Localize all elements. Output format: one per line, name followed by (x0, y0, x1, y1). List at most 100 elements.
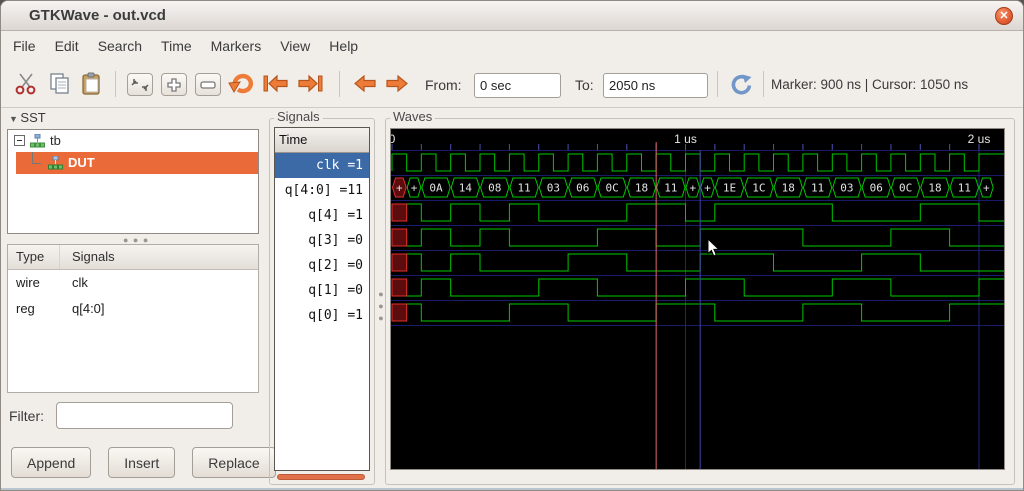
waves-frame-label: Waves (390, 109, 435, 124)
svg-text:08: 08 (488, 182, 501, 195)
svg-text:+: + (411, 182, 418, 195)
tree-item-label: DUT (68, 155, 95, 170)
tree-item-label: tb (50, 133, 61, 148)
signals-hscrollbar-thumb[interactable] (277, 474, 365, 480)
column-divider (59, 245, 60, 269)
svg-text:+: + (396, 182, 403, 195)
svg-text:11: 11 (811, 182, 824, 195)
append-button[interactable]: Append (11, 447, 91, 478)
sst-disclosure[interactable]: ▼ SST (9, 110, 46, 125)
signal-row-4[interactable]: q[2] =0 (275, 253, 369, 278)
menu-item-time[interactable]: Time (161, 38, 192, 54)
zoom-out-button[interactable] (195, 73, 221, 96)
svg-text:03: 03 (840, 182, 853, 195)
copy-icon[interactable] (47, 72, 73, 101)
zoom-to-start-icon[interactable] (261, 72, 291, 101)
menu-bar: File Edit Search Time Markers View Help (1, 31, 1023, 60)
signal-name: q[4:0] (72, 301, 105, 316)
signals-rows: clk =1q[4:0] =11q[4] =1q[3] =0q[2] =0q[1… (275, 153, 369, 328)
svg-text:1C: 1C (752, 182, 765, 195)
svg-text:06: 06 (870, 182, 883, 195)
time-column-header: Time (275, 128, 369, 153)
toolbar: From: To: Marker: 900 ns | Cursor: 1050 … (1, 60, 1023, 108)
tree-item-dut[interactable]: DUT (16, 152, 258, 174)
menu-item-view[interactable]: View (280, 38, 310, 54)
signal-type: wire (16, 275, 40, 290)
hierarchy-icon (30, 134, 45, 149)
shift-left-icon[interactable] (349, 72, 379, 101)
svg-text:11: 11 (958, 182, 971, 195)
signal-browser: Type Signals wire clk reg q[4:0] (7, 244, 259, 393)
signal-row-6[interactable]: q[0] =1 (275, 303, 369, 328)
zoom-in-button[interactable] (161, 73, 187, 96)
filter-input[interactable] (56, 402, 233, 429)
to-input[interactable] (603, 73, 708, 98)
menu-item-markers[interactable]: Markers (211, 38, 262, 54)
tree-item-tb[interactable]: tb (8, 130, 258, 152)
paste-icon[interactable] (79, 72, 105, 101)
window-title: GTKWave - out.vcd (29, 7, 166, 24)
cut-icon[interactable] (13, 72, 39, 101)
svg-text:0C: 0C (606, 182, 619, 195)
toolbar-separator (339, 71, 340, 97)
menu-item-edit[interactable]: Edit (55, 38, 79, 54)
signal-browser-header: Type Signals (8, 245, 258, 270)
insert-button[interactable]: Insert (108, 447, 175, 478)
hierarchy-icon (48, 156, 63, 171)
signals-list: Time clk =1q[4:0] =11q[4] =1q[3] =0q[2] … (274, 127, 370, 471)
wave-canvas[interactable]: 01 us2 us++0A14081103060C1811++1E1C18110… (390, 128, 1005, 470)
svg-text:18: 18 (782, 182, 795, 195)
svg-text:11: 11 (664, 182, 677, 195)
svg-text:03: 03 (547, 182, 560, 195)
from-input[interactable] (474, 73, 561, 98)
zoom-fit-button[interactable] (127, 73, 153, 96)
signal-row-0[interactable]: clk =1 (275, 153, 369, 178)
toolbar-separator (763, 71, 764, 97)
mouse-pointer-icon (708, 239, 719, 256)
svg-text:1E: 1E (723, 182, 736, 195)
title-bar[interactable]: GTKWave - out.vcd ✕ (1, 1, 1023, 31)
zoom-undo-icon[interactable] (227, 72, 257, 101)
wave-canvas-svg[interactable]: 01 us2 us++0A14081103060C1811++1E1C18110… (391, 129, 1004, 469)
to-label: To: (575, 77, 594, 93)
column-header-signals[interactable]: Signals (65, 249, 115, 264)
signal-row-2[interactable]: q[4] =1 (275, 203, 369, 228)
signal-type: reg (16, 301, 35, 316)
gtkwave-window: GTKWave - out.vcd ✕ File Edit Search Time Ma… (0, 0, 1024, 491)
filter-label: Filter: (9, 408, 44, 424)
toolbar-separator (717, 71, 718, 97)
reload-icon[interactable] (727, 72, 755, 103)
triangle-down-icon: ▼ (9, 114, 20, 124)
svg-text:06: 06 (576, 182, 589, 195)
signal-name: clk (72, 275, 88, 290)
column-header-type[interactable]: Type (16, 249, 44, 264)
tree-elbow (32, 152, 41, 164)
signal-browser-row[interactable]: reg q[4:0] (8, 296, 258, 322)
ruler-label: 2 us (968, 132, 991, 146)
ruler-label: 1 us (674, 132, 697, 146)
svg-text:18: 18 (635, 182, 648, 195)
menu-item-search[interactable]: Search (98, 38, 142, 54)
signal-browser-rows: wire clk reg q[4:0] (8, 270, 258, 322)
toolbar-separator (115, 71, 116, 97)
menu-item-file[interactable]: File (13, 38, 36, 54)
signal-browser-row[interactable]: wire clk (8, 270, 258, 296)
signal-row-1[interactable]: q[4:0] =11 (275, 178, 369, 203)
signal-row-5[interactable]: q[1] =0 (275, 278, 369, 303)
svg-text:0C: 0C (899, 182, 912, 195)
signals-frame-label: Signals (274, 109, 323, 124)
zoom-to-end-icon[interactable] (295, 72, 325, 101)
svg-text:+: + (690, 182, 697, 195)
marker-cursor-status: Marker: 900 ns | Cursor: 1050 ns (771, 77, 968, 92)
signal-row-3[interactable]: q[3] =0 (275, 228, 369, 253)
menu-item-help[interactable]: Help (329, 38, 358, 54)
expander-minus-icon[interactable] (14, 135, 25, 146)
from-label: From: (425, 77, 462, 93)
close-button[interactable]: ✕ (995, 7, 1013, 25)
replace-button[interactable]: Replace (192, 447, 275, 478)
window-bottom-edge (1, 488, 1023, 490)
sst-label: SST (20, 110, 45, 125)
sst-tree: tb DUT (7, 129, 259, 234)
shift-right-icon[interactable] (383, 72, 413, 101)
ruler-label: 0 (391, 132, 396, 146)
